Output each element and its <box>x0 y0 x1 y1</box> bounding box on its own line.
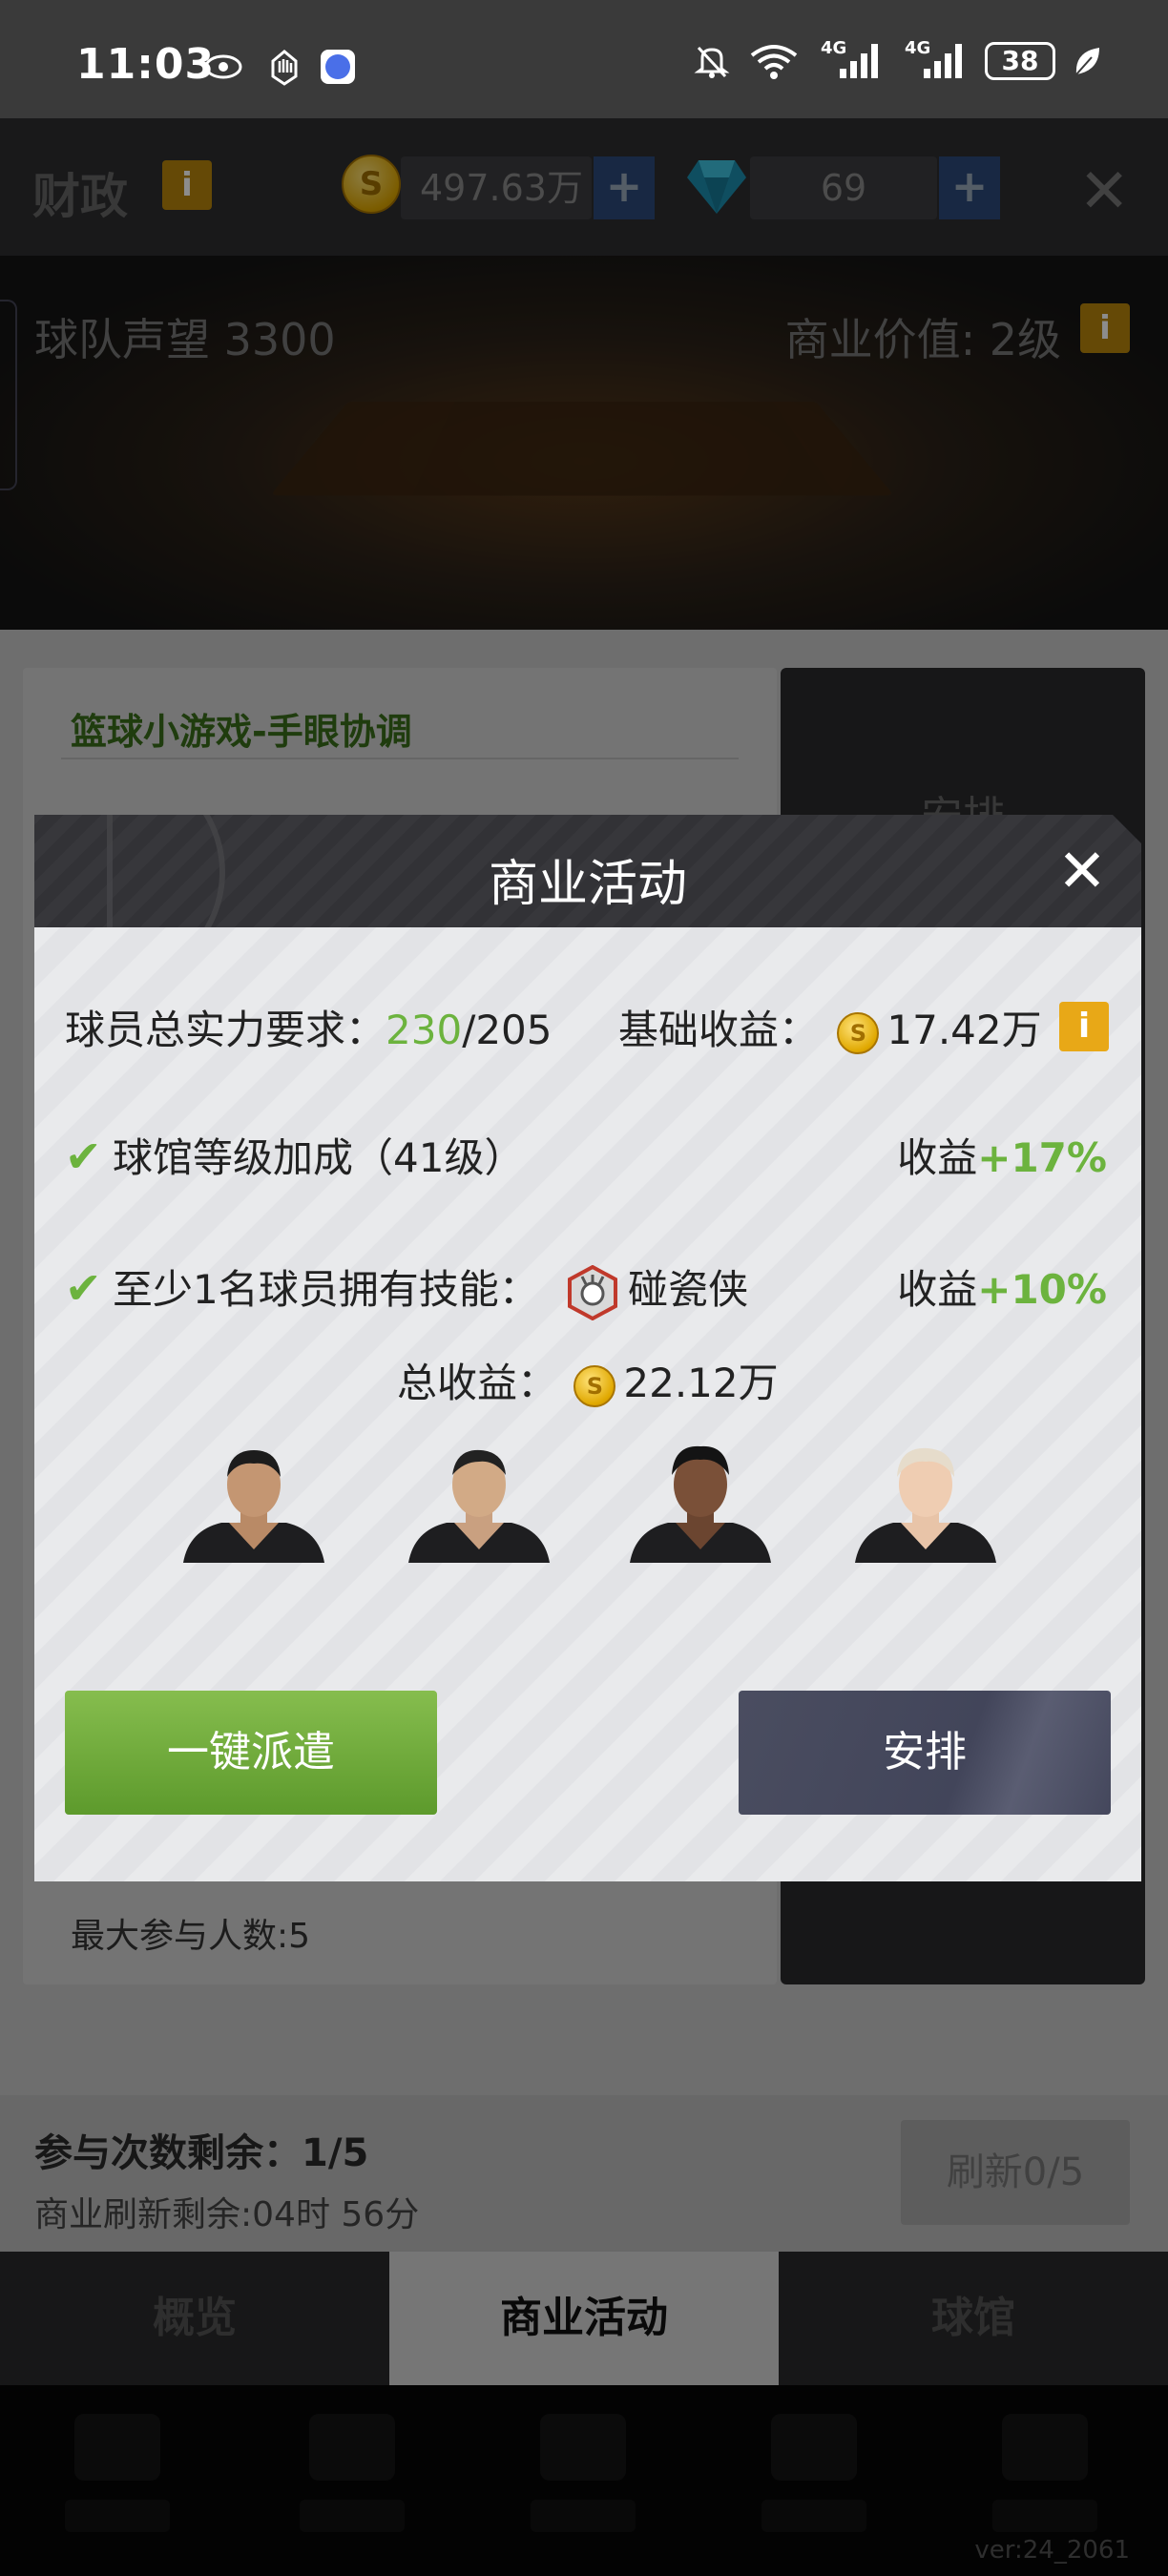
signal-bars-icon <box>840 44 878 78</box>
base-income-info-icon[interactable]: i <box>1059 1002 1109 1051</box>
skill-bonus: ✔ 至少1名球员拥有技能： 碰瓷侠 <box>65 1257 748 1320</box>
base-income-value: 17.42万 <box>886 1007 1042 1053</box>
signal-bars-icon <box>924 44 962 78</box>
income-label: 收益 <box>897 1266 978 1313</box>
coin-symbol: S <box>586 1372 604 1400</box>
skill-bonus-label: 至少1名球员拥有技能： <box>113 1266 539 1313</box>
status-time: 11:03 <box>76 40 216 89</box>
skill-bonus-value: +10% <box>977 1266 1107 1313</box>
dialog-title: 商业活动 <box>488 856 687 913</box>
leaf-icon <box>1075 48 1099 75</box>
mute-bell-icon <box>694 46 730 78</box>
arena-bonus-label: 球馆等级加成（41级） <box>113 1134 525 1181</box>
skill-icon <box>568 1264 618 1320</box>
arrange-button[interactable]: 安排 <box>739 1691 1111 1815</box>
player-avatar[interactable] <box>405 1443 553 1563</box>
income-label: 收益 <box>897 1134 978 1181</box>
coin-icon: S <box>574 1364 616 1407</box>
base-income: 基础收益： S 17.42万 <box>618 998 1042 1056</box>
base-income-label: 基础收益： <box>618 1007 820 1053</box>
power-current: 230 <box>386 1007 463 1053</box>
dialog-body: 球员总实力要求：230/205 基础收益： S 17.42万 i ✔ 球馆等级加成（… <box>34 927 1141 1881</box>
eye-icon <box>204 54 242 79</box>
dialog-header: 商业活动 ✕ <box>34 815 1141 927</box>
app-notification-icon <box>321 50 355 84</box>
skill-bonus-income: 收益+10% <box>897 1257 1107 1316</box>
coin-symbol: S <box>849 1019 867 1047</box>
status-right-group: 4G 4G 38 <box>693 38 1101 80</box>
total-label: 总收益： <box>397 1360 558 1406</box>
wifi-icon <box>750 45 798 79</box>
hand-icon <box>271 50 298 86</box>
power-required: /205 <box>462 1007 553 1053</box>
arena-bonus-income: 收益+17% <box>897 1126 1107 1184</box>
power-requirement: 球员总实力要求：230/205 <box>65 998 553 1056</box>
arena-bonus-value: +17% <box>977 1134 1107 1181</box>
player-avatar[interactable] <box>851 1443 1000 1563</box>
signal-2: 4G <box>901 38 968 80</box>
dialog-close-button[interactable]: ✕ <box>1057 836 1107 905</box>
checkmark-icon: ✔ <box>65 1131 102 1182</box>
power-label: 球员总实力要求： <box>65 1007 386 1053</box>
player-avatar[interactable] <box>626 1443 775 1563</box>
total-income: 总收益： S 22.12万 <box>397 1351 779 1409</box>
player-avatar[interactable] <box>179 1443 328 1563</box>
signal-1: 4G <box>817 38 884 80</box>
business-activity-dialog: 商业活动 ✕ 球员总实力要求：230/205 基础收益： S 17.42万 i ✔… <box>34 815 1141 1881</box>
total-value: 22.12万 <box>623 1360 779 1406</box>
skill-name: 碰瓷侠 <box>628 1266 749 1313</box>
status-bar: 11:03 4G 4G 38 <box>0 0 1168 118</box>
arena-level-bonus: ✔ 球馆等级加成（41级） <box>65 1126 524 1184</box>
one-click-dispatch-button[interactable]: 一键派遣 <box>65 1691 437 1815</box>
coin-icon: S <box>837 1011 880 1054</box>
checkmark-icon: ✔ <box>65 1262 102 1314</box>
battery-indicator: 38 <box>985 42 1055 80</box>
